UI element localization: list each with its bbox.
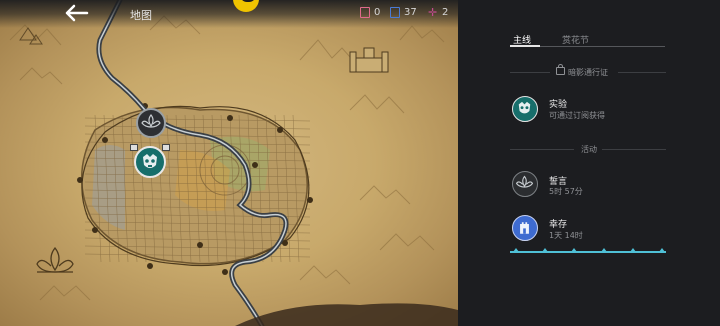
divider [510, 72, 550, 73]
row-timer: 1天 14时 [549, 231, 583, 240]
map-artwork [9, 0, 458, 326]
row-title: 实验 [549, 100, 568, 110]
lock-icon [130, 144, 138, 151]
progress-fill [510, 251, 666, 253]
crosshair-icon: ✛ [428, 6, 438, 19]
tab-underline [510, 45, 665, 47]
hill-landmark [19, 27, 43, 45]
lotus-icon [512, 171, 538, 197]
lotus-icon [141, 114, 161, 128]
progress-tick [600, 248, 607, 252]
row-subtitle: 可通过订阅获得 [549, 111, 605, 120]
row-timer: 5时 57分 [549, 187, 583, 196]
lock-icon [556, 64, 565, 75]
back-arrow-icon[interactable] [64, 4, 90, 22]
page-title: 地图 [130, 9, 152, 22]
side-panel [458, 0, 720, 326]
section-label-activity: 活动 [581, 145, 597, 154]
resource-blue-card[interactable]: 37 [390, 7, 417, 18]
progress-tick [571, 248, 578, 252]
castle-landmark[interactable] [349, 47, 389, 73]
pink-card-icon [360, 7, 370, 18]
skull-mask-icon [143, 154, 157, 168]
row-title: 幸存 [549, 220, 568, 230]
tab-flower-festival[interactable]: 赏花节 [562, 33, 589, 46]
divider [618, 72, 666, 73]
resource-crosshair[interactable]: ✛ 2 [428, 7, 448, 18]
progress-tick [542, 248, 549, 252]
divider [510, 149, 574, 150]
progress-tick [659, 248, 665, 252]
lotus-landmark[interactable] [36, 246, 74, 273]
resource-value: 37 [404, 7, 417, 18]
divider [602, 149, 666, 150]
lock-icon [162, 144, 170, 151]
locked-marker[interactable] [130, 144, 170, 152]
blue-card-icon [390, 7, 400, 18]
skull-mask-icon [512, 96, 538, 122]
resource-value: 0 [374, 7, 381, 18]
lotus-marker[interactable] [136, 108, 166, 138]
resource-pink-card[interactable]: 0 [360, 7, 380, 18]
section-label-pass: 暗影通行证 [568, 68, 608, 77]
tower-icon [512, 215, 538, 241]
progress-tick [629, 248, 636, 252]
city [81, 106, 311, 265]
progress-tick [513, 248, 519, 252]
world-map[interactable] [0, 0, 458, 326]
resource-value: 2 [442, 7, 449, 18]
progress-bar [510, 248, 666, 253]
